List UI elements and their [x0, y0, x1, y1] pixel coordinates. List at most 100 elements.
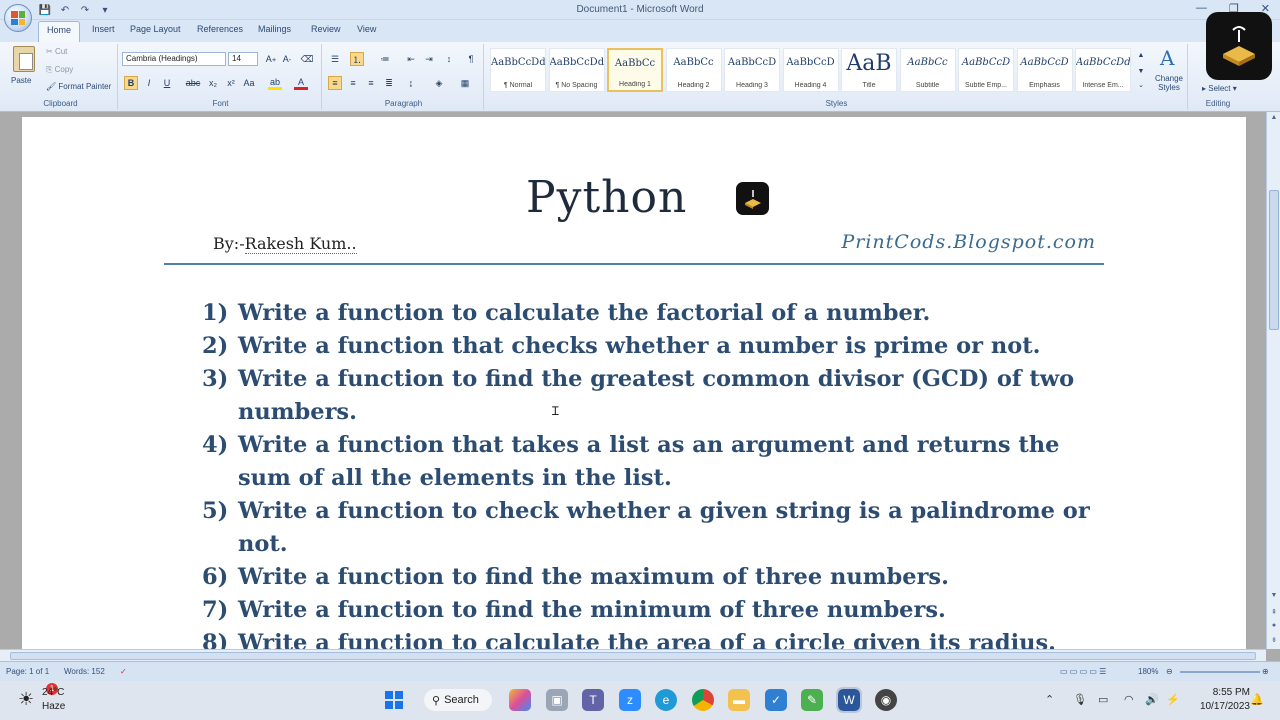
next-page-icon[interactable]: ⇟	[1267, 636, 1280, 648]
tray-chevron-icon[interactable]: ⌃	[1045, 693, 1054, 706]
style-2[interactable]: AaBbCc Heading 1	[607, 48, 663, 92]
clock[interactable]: 8:55 PM 10/17/2023	[1200, 686, 1250, 714]
paste-button[interactable]: Paste	[4, 44, 44, 96]
copy-button[interactable]: ⎘ Copy	[46, 65, 73, 75]
office-logo-icon	[11, 11, 25, 25]
horizontal-scrollbar[interactable]	[0, 649, 1266, 661]
line-spacing-button[interactable]: ↨	[404, 76, 418, 90]
format-painter-button[interactable]: 🖌 Format Painter	[46, 82, 111, 91]
italic-button[interactable]: I	[142, 76, 156, 90]
style-9[interactable]: AaBbCcD Emphasis	[1016, 48, 1073, 92]
power-icon[interactable]: ⚡	[1166, 693, 1180, 706]
horizontal-scroll-thumb[interactable]	[10, 652, 1256, 660]
zoom-out-icon[interactable]: ⊖	[1166, 667, 1173, 676]
multilevel-list-button[interactable]: ≔	[378, 52, 392, 66]
align-right-button[interactable]: ≡	[364, 76, 378, 90]
cut-button[interactable]: ✂ Cut	[46, 47, 67, 56]
styles-scroll-up-icon[interactable]: ▲	[1134, 48, 1148, 62]
chrome-icon[interactable]	[692, 689, 714, 711]
word-count[interactable]: Words: 152	[64, 667, 105, 676]
task-view-icon[interactable]: ▣	[546, 689, 568, 711]
style-10[interactable]: AaBbCcDd Intense Em...	[1075, 48, 1131, 92]
zoom-icon[interactable]: z	[619, 689, 641, 711]
notification-icon[interactable]: 🔔	[1250, 693, 1264, 706]
scroll-down-icon[interactable]: ▼	[1267, 592, 1280, 604]
strikethrough-button[interactable]: abc	[186, 76, 201, 90]
styles-more-icon[interactable]: ⌄	[1134, 78, 1148, 92]
style-1[interactable]: AaBbCcDd ¶ No Spacing	[548, 48, 605, 92]
zoom-level[interactable]: 180%	[1138, 667, 1158, 676]
font-name-combo[interactable]: Cambria (Headings)	[122, 52, 226, 66]
style-6[interactable]: AaB Title	[841, 48, 897, 92]
borders-button[interactable]: ▦	[458, 76, 472, 90]
numbering-button[interactable]: ⒈	[350, 52, 364, 66]
tab-home[interactable]: Home	[38, 21, 81, 42]
superscript-button[interactable]: x²	[224, 76, 238, 90]
zoom-slider[interactable]	[1180, 671, 1260, 673]
highlight-button[interactable]: ab	[268, 76, 282, 90]
subscript-button[interactable]: x₂	[206, 76, 220, 90]
tab-insert[interactable]: Insert	[92, 24, 115, 34]
file-explorer-icon[interactable]: ▬	[728, 689, 750, 711]
style-0[interactable]: AaBbCcDd ¶ Normal	[490, 48, 546, 92]
view-buttons[interactable]: ▭ ▭ ▭ ▭ ☰	[1060, 667, 1106, 676]
vertical-scroll-thumb[interactable]	[1269, 190, 1279, 330]
page-count[interactable]: Page: 1 of 1	[6, 667, 49, 676]
browse-object-icon[interactable]: ●	[1267, 622, 1280, 634]
recorder-icon[interactable]: ◉	[875, 689, 897, 711]
style-5[interactable]: AaBbCcD Heading 4	[782, 48, 839, 92]
align-center-button[interactable]: ≡	[346, 76, 360, 90]
shrink-font-button[interactable]: A-	[280, 52, 294, 66]
previous-page-icon[interactable]: ⇞	[1267, 608, 1280, 620]
align-left-button[interactable]: ≡	[328, 76, 342, 90]
tab-page-layout[interactable]: Page Layout	[130, 24, 181, 34]
justify-button[interactable]: ≣	[382, 76, 396, 90]
tab-review[interactable]: Review	[311, 24, 341, 34]
document-page[interactable]: Python By:-Rakesh Kum.. PrintCods.Blogsp…	[22, 117, 1246, 649]
clear-formatting-button[interactable]: ⌫	[300, 52, 314, 66]
style-3[interactable]: AaBbCc Heading 2	[665, 48, 722, 92]
bold-button[interactable]: B	[124, 76, 138, 90]
style-8[interactable]: AaBbCcD Subtle Emp...	[958, 48, 1014, 92]
shading-button[interactable]: ◈	[432, 76, 446, 90]
taskbar-search[interactable]: ⚲ Search	[424, 689, 492, 711]
start-button[interactable]	[383, 689, 405, 711]
show-marks-button[interactable]: ¶	[464, 52, 478, 66]
tab-view[interactable]: View	[357, 24, 376, 34]
underline-button[interactable]: U	[160, 76, 174, 90]
microphone-icon[interactable]: 🎙	[1073, 693, 1087, 706]
wifi-icon[interactable]: ◠	[1124, 693, 1134, 706]
battery-icon[interactable]: ▭	[1098, 693, 1108, 706]
change-case-button[interactable]: Aa	[242, 76, 256, 90]
styles-scroll-down-icon[interactable]: ▼	[1134, 64, 1148, 78]
edge-icon[interactable]: e	[655, 689, 677, 711]
minimize-button[interactable]: —	[1196, 2, 1207, 15]
decrease-indent-button[interactable]: ⇤	[404, 52, 418, 66]
proofing-icon[interactable]: ✓	[120, 667, 127, 676]
increase-indent-button[interactable]: ⇥	[422, 52, 436, 66]
font-size-combo[interactable]: 14	[228, 52, 258, 66]
office-button[interactable]	[4, 4, 32, 32]
scroll-up-icon[interactable]: ▲	[1267, 114, 1280, 126]
document-title: Python	[526, 172, 688, 223]
pen-app-icon[interactable]: ✎	[801, 689, 823, 711]
bullets-button[interactable]: ☰	[328, 52, 342, 66]
tab-mailings[interactable]: Mailings	[258, 24, 291, 34]
style-4[interactable]: AaBbCcD Heading 3	[724, 48, 780, 92]
vertical-scrollbar[interactable]: ▲ ▼ ⇞ ● ⇟	[1266, 112, 1280, 649]
select-button[interactable]: ▸ Select ▾	[1202, 84, 1237, 93]
change-styles-label: Change Styles	[1154, 74, 1184, 92]
grow-font-button[interactable]: A +	[264, 52, 278, 66]
todo-icon[interactable]: ✓	[765, 689, 787, 711]
style-7[interactable]: AaBbCc Subtitle	[899, 48, 956, 92]
sort-button[interactable]: ↕	[442, 52, 456, 66]
widgets-icon[interactable]	[509, 689, 531, 711]
volume-icon[interactable]: 🔊	[1145, 693, 1159, 706]
question-item: 8) Write a function to calculate the area…	[202, 627, 1056, 649]
zoom-in-icon[interactable]: ⊕	[1262, 667, 1269, 676]
word-taskbar-icon[interactable]: W	[836, 687, 862, 713]
font-color-button[interactable]: A	[294, 76, 308, 90]
tab-references[interactable]: References	[197, 24, 243, 34]
teams-icon[interactable]: T	[582, 689, 604, 711]
change-styles-button[interactable]: A Change Styles	[1152, 46, 1186, 98]
